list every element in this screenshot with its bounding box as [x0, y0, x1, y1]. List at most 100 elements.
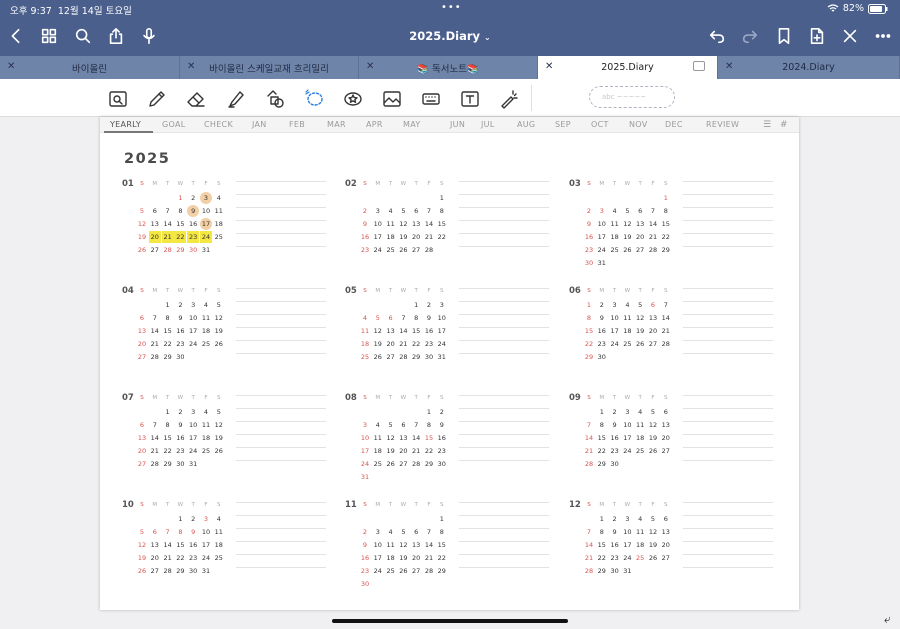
- calendar-day[interactable]: 13: [149, 218, 161, 230]
- calendar-day[interactable]: 13: [634, 218, 646, 230]
- calendar-day[interactable]: 24: [596, 244, 608, 256]
- calendar-day[interactable]: 29: [410, 351, 422, 363]
- month-calendar-10[interactable]: 10 S M T W T F S 1 2 3 4 5 6 7 8 9 10 11 12 13 14 15 16 17 18 19 20…: [122, 500, 332, 600]
- calendar-day[interactable]: 15: [162, 432, 174, 444]
- calendar-day[interactable]: 29: [162, 458, 174, 470]
- calendar-day[interactable]: 8: [436, 205, 448, 217]
- calendar-day[interactable]: 25: [621, 338, 633, 350]
- note-line[interactable]: [236, 408, 326, 409]
- calendar-day[interactable]: 9: [359, 539, 371, 551]
- calendar-day[interactable]: 31: [596, 257, 608, 269]
- calendar-day[interactable]: 16: [187, 218, 199, 230]
- calendar-day[interactable]: 29: [423, 458, 435, 470]
- note-line[interactable]: [236, 207, 326, 208]
- calendar-day[interactable]: 17: [621, 539, 633, 551]
- calendar-day[interactable]: 28: [647, 244, 659, 256]
- calendar-day[interactable]: 8: [162, 312, 174, 324]
- calendar-day[interactable]: 8: [423, 419, 435, 431]
- calendar-day[interactable]: 3: [621, 513, 633, 525]
- calendar-day[interactable]: 4: [634, 406, 646, 418]
- calendar-day[interactable]: 22: [174, 231, 187, 243]
- page-tab-nov[interactable]: NOV: [629, 120, 648, 129]
- calendar-day[interactable]: 7: [162, 526, 174, 538]
- calendar-day[interactable]: 23: [359, 565, 371, 577]
- note-line[interactable]: [459, 421, 549, 422]
- calendar-day[interactable]: 18: [213, 218, 225, 230]
- calendar-day[interactable]: 19: [647, 539, 659, 551]
- note-line[interactable]: [683, 207, 773, 208]
- sticker-icon[interactable]: [342, 88, 364, 110]
- note-line[interactable]: [236, 246, 326, 247]
- calendar-day[interactable]: 17: [200, 218, 212, 230]
- calendar-day[interactable]: 21: [162, 552, 174, 564]
- calendar-day[interactable]: 8: [660, 205, 672, 217]
- note-line[interactable]: [459, 207, 549, 208]
- calendar-day[interactable]: 15: [596, 432, 608, 444]
- month-calendar-01[interactable]: 01 S M T W T F S 1 2 3 4 5 6 7 8 9 10 11 12 13 14 15 16 17 18 19 20…: [122, 179, 332, 279]
- calendar-day[interactable]: 19: [385, 445, 397, 457]
- favorite-tool-slot[interactable]: abc ~~~~~: [589, 86, 675, 108]
- shape-tool-icon[interactable]: [264, 88, 286, 110]
- calendar-day[interactable]: 12: [136, 218, 148, 230]
- calendar-day[interactable]: 21: [423, 231, 435, 243]
- eraser-icon[interactable]: [185, 88, 207, 110]
- calendar-day[interactable]: 25: [634, 552, 646, 564]
- calendar-day[interactable]: 15: [162, 325, 174, 337]
- calendar-day[interactable]: 13: [660, 419, 672, 431]
- calendar-day[interactable]: 7: [660, 299, 672, 311]
- note-line[interactable]: [459, 246, 549, 247]
- calendar-day[interactable]: 14: [410, 432, 422, 444]
- calendar-day[interactable]: 7: [423, 526, 435, 538]
- calendar-day[interactable]: 21: [423, 552, 435, 564]
- note-line[interactable]: [459, 554, 549, 555]
- calendar-day[interactable]: 11: [200, 419, 212, 431]
- calendar-day[interactable]: 31: [436, 351, 448, 363]
- bookmark-icon[interactable]: [774, 26, 794, 46]
- calendar-day[interactable]: 6: [410, 526, 422, 538]
- calendar-day[interactable]: 7: [583, 419, 595, 431]
- calendar-day[interactable]: 26: [213, 338, 225, 350]
- calendar-day[interactable]: 10: [621, 419, 633, 431]
- calendar-day[interactable]: 6: [647, 299, 659, 311]
- calendar-day[interactable]: 25: [385, 244, 397, 256]
- calendar-day[interactable]: 13: [410, 539, 422, 551]
- calendar-day[interactable]: 10: [372, 218, 384, 230]
- calendar-day[interactable]: 29: [436, 565, 448, 577]
- calendar-day[interactable]: 20: [410, 231, 422, 243]
- calendar-day[interactable]: 28: [423, 565, 435, 577]
- note-line[interactable]: [236, 301, 326, 302]
- calendar-day[interactable]: 27: [410, 565, 422, 577]
- calendar-day[interactable]: 14: [423, 218, 435, 230]
- calendar-day[interactable]: 5: [213, 406, 225, 418]
- more-icon[interactable]: [873, 26, 893, 46]
- note-line[interactable]: [236, 340, 326, 341]
- page-tab-sep[interactable]: SEP: [555, 120, 571, 129]
- note-line[interactable]: [683, 502, 773, 503]
- note-line[interactable]: [459, 181, 549, 182]
- calendar-day[interactable]: 26: [136, 244, 148, 256]
- calendar-day[interactable]: 19: [397, 231, 409, 243]
- calendar-day[interactable]: 9: [423, 312, 435, 324]
- calendar-day[interactable]: 11: [359, 325, 371, 337]
- calendar-day[interactable]: 7: [149, 312, 161, 324]
- calendar-day[interactable]: 22: [436, 231, 448, 243]
- calendar-day[interactable]: 9: [609, 526, 621, 538]
- calendar-day[interactable]: 30: [609, 565, 621, 577]
- page-tab-apr[interactable]: APR: [366, 120, 383, 129]
- calendar-day[interactable]: 7: [149, 419, 161, 431]
- calendar-day[interactable]: 13: [397, 432, 409, 444]
- calendar-day[interactable]: 5: [621, 205, 633, 217]
- calendar-day[interactable]: 4: [385, 526, 397, 538]
- calendar-day[interactable]: 3: [187, 299, 199, 311]
- month-calendar-12[interactable]: 12 S M T W T F S 1 2 3 4 5 6 7 8 9 10 11 12 13 14 15 16 17 18 19 20…: [569, 500, 779, 600]
- calendar-day[interactable]: 19: [621, 231, 633, 243]
- page-tab-check[interactable]: CHECK: [204, 120, 233, 129]
- calendar-day[interactable]: 25: [359, 351, 371, 363]
- calendar-day[interactable]: 23: [609, 445, 621, 457]
- calendar-day[interactable]: 17: [200, 539, 212, 551]
- note-line[interactable]: [236, 233, 326, 234]
- calendar-day[interactable]: 18: [634, 539, 646, 551]
- calendar-day[interactable]: 6: [136, 419, 148, 431]
- calendar-day[interactable]: 15: [174, 539, 186, 551]
- calendar-day[interactable]: 4: [634, 513, 646, 525]
